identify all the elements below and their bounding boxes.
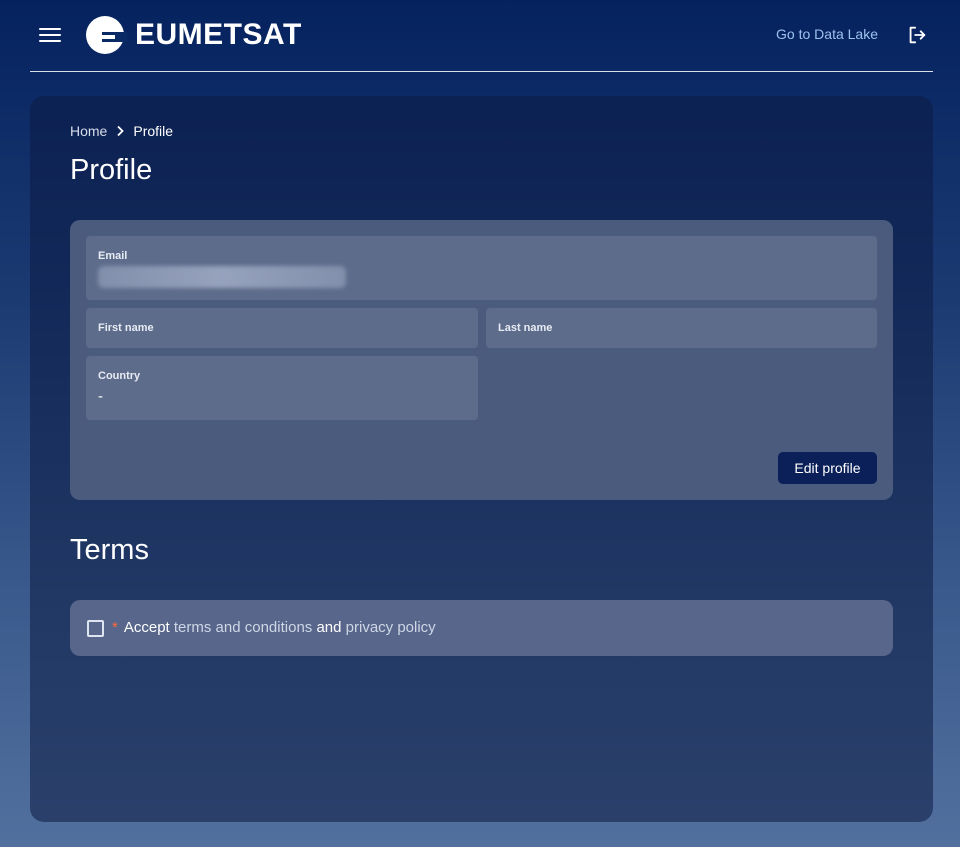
- menu-icon-bar: [39, 40, 61, 42]
- breadcrumb: Home Profile: [70, 123, 173, 139]
- eumetsat-logo[interactable]: EUMETSAT: [85, 14, 302, 56]
- country-value: -: [98, 388, 103, 405]
- logout-button[interactable]: [906, 24, 928, 46]
- first-name-field: First name: [86, 308, 478, 348]
- logout-icon: [909, 26, 926, 44]
- breadcrumb-current: Profile: [133, 123, 174, 139]
- menu-button[interactable]: [38, 24, 62, 46]
- email-label: Email: [98, 250, 128, 262]
- menu-icon-bar: [39, 28, 61, 30]
- menu-icon-bar: [39, 34, 61, 36]
- main-card: Home Profile Profile Email First name La…: [30, 96, 933, 822]
- chevron-right-icon: [115, 125, 125, 137]
- first-name-label: First name: [98, 322, 154, 334]
- profile-panel: Email First name Last name Country - Edi…: [70, 220, 893, 500]
- terms-heading: Terms: [70, 534, 149, 566]
- terms-and-conditions-link[interactable]: terms and conditions: [174, 619, 312, 636]
- breadcrumb-home[interactable]: Home: [70, 123, 107, 139]
- last-name-field: Last name: [486, 308, 877, 348]
- page-title: Profile: [70, 154, 153, 186]
- edit-profile-button[interactable]: Edit profile: [778, 452, 877, 484]
- accept-terms-checkbox[interactable]: [87, 620, 104, 637]
- email-field: Email: [86, 236, 877, 300]
- country-label: Country: [98, 370, 141, 382]
- email-value-redacted: [98, 266, 346, 288]
- accept-terms-label: * Accept terms and conditions and privacy…: [112, 619, 436, 636]
- required-marker: *: [112, 619, 118, 636]
- go-to-data-lake-link[interactable]: Go to Data Lake: [776, 26, 878, 42]
- eumetsat-logo-icon: [86, 16, 127, 54]
- app-header: EUMETSAT Go to Data Lake: [30, 0, 933, 72]
- brand-name: EUMETSAT: [135, 18, 302, 51]
- last-name-label: Last name: [498, 322, 553, 334]
- country-field: Country -: [86, 356, 478, 420]
- and-text: and: [316, 619, 342, 636]
- accept-text: Accept: [123, 619, 170, 636]
- terms-panel: * Accept terms and conditions and privacy…: [70, 600, 893, 656]
- privacy-policy-link[interactable]: privacy policy: [346, 619, 436, 636]
